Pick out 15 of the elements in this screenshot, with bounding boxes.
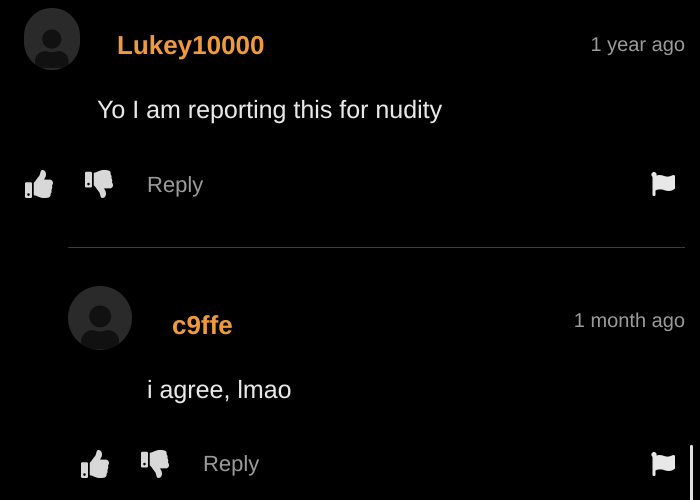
timestamp: 1 month ago bbox=[574, 308, 685, 334]
comment-text: i agree, lmao bbox=[147, 374, 293, 406]
reply-button[interactable]: Reply bbox=[147, 168, 204, 200]
comment-text: Yo I am reporting this for nudity bbox=[97, 95, 444, 126]
thumbs-down-icon[interactable] bbox=[84, 170, 114, 198]
flag-icon[interactable] bbox=[651, 452, 675, 476]
flag-icon[interactable] bbox=[651, 172, 675, 196]
thumbs-up-icon[interactable] bbox=[24, 170, 54, 198]
thumbs-up-icon[interactable] bbox=[80, 450, 110, 478]
scrollbar[interactable] bbox=[690, 445, 693, 500]
username[interactable]: c9ffe bbox=[172, 306, 233, 344]
thumbs-down-icon[interactable] bbox=[140, 450, 170, 478]
username[interactable]: Lukey10000 bbox=[117, 26, 264, 65]
timestamp: 1 year ago bbox=[590, 33, 685, 58]
reply-button[interactable]: Reply bbox=[203, 447, 260, 480]
